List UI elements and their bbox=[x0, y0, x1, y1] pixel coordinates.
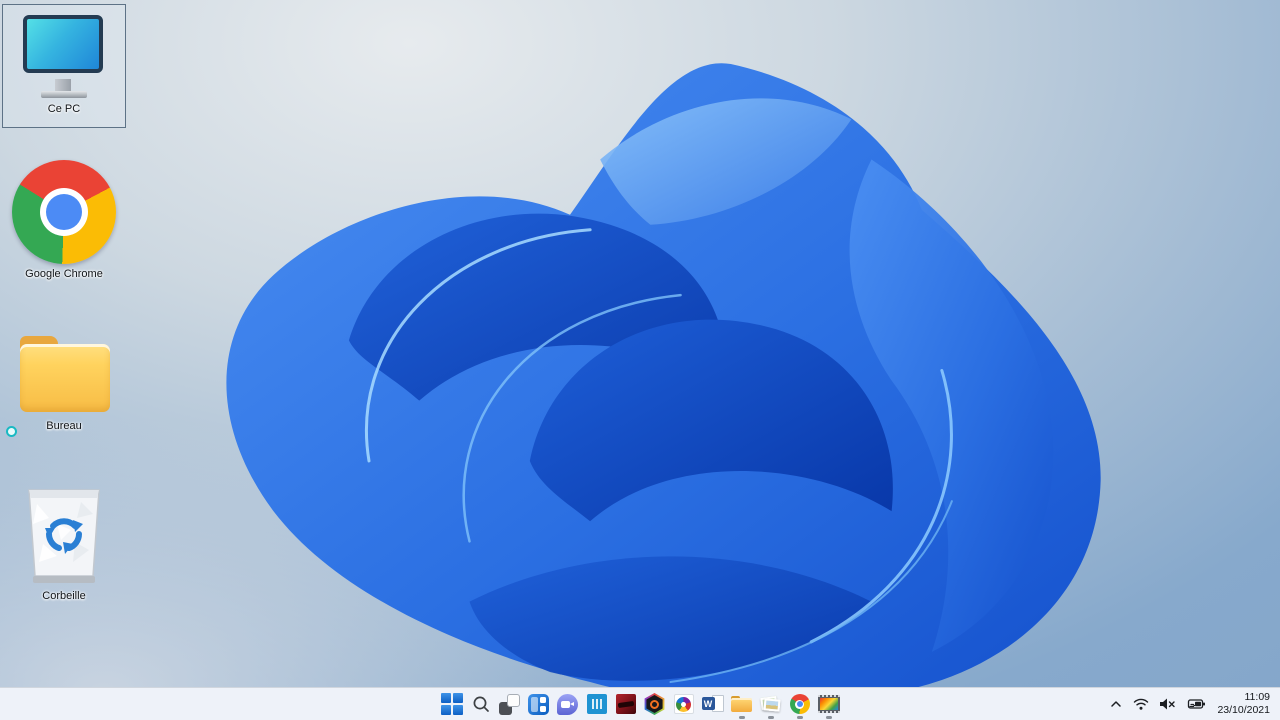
taskbar: W 11:09 23/10/2021 bbox=[0, 687, 1280, 720]
media-app-button[interactable] bbox=[814, 688, 843, 720]
blue-app-icon bbox=[586, 694, 607, 714]
picasa-pinwheel-icon bbox=[673, 694, 694, 714]
desktop[interactable]: Ce PC ↗ Google Chrome Bureau bbox=[0, 0, 1280, 720]
word-icon: W bbox=[701, 694, 724, 714]
running-indicator bbox=[738, 716, 745, 719]
widgets-button[interactable] bbox=[524, 688, 553, 720]
chrome-icon: ↗ bbox=[12, 160, 116, 264]
wifi-icon bbox=[1134, 698, 1149, 710]
volume-muted-icon bbox=[1160, 698, 1176, 710]
start-button[interactable] bbox=[437, 688, 466, 720]
hidden-icons-button[interactable] bbox=[1104, 688, 1128, 720]
teams-chat-icon bbox=[557, 693, 578, 715]
red-game-app-button[interactable] bbox=[611, 688, 640, 720]
desktop-icon-label: Bureau bbox=[46, 420, 82, 432]
running-indicator bbox=[767, 716, 774, 719]
running-indicator bbox=[796, 716, 803, 719]
chrome-icon bbox=[789, 694, 810, 714]
word-button[interactable]: W bbox=[698, 688, 727, 720]
task-view-icon bbox=[499, 693, 520, 715]
film-strip-icon bbox=[817, 695, 840, 713]
volume-button[interactable] bbox=[1154, 688, 1181, 720]
red-game-app-icon bbox=[615, 694, 636, 714]
photo-gallery-button[interactable] bbox=[756, 688, 785, 720]
tray-time: 11:09 bbox=[1244, 691, 1271, 703]
hexagon-app-icon bbox=[644, 693, 665, 715]
blue-app-button[interactable] bbox=[582, 688, 611, 720]
bloom-wallpaper bbox=[226, 63, 1101, 703]
widgets-icon bbox=[528, 693, 549, 715]
hexagon-app-button[interactable] bbox=[640, 688, 669, 720]
windows-logo-icon bbox=[440, 693, 463, 715]
chat-button[interactable] bbox=[553, 688, 582, 720]
chevron-up-icon bbox=[1111, 701, 1122, 707]
file-explorer-button[interactable] bbox=[727, 688, 756, 720]
file-explorer-icon bbox=[731, 695, 752, 713]
desktop-icon-google-chrome[interactable]: ↗ Google Chrome bbox=[2, 160, 126, 280]
photo-gallery-icon bbox=[759, 695, 782, 714]
system-tray: 11:09 23/10/2021 bbox=[1104, 688, 1280, 720]
sync-status-badge-icon bbox=[6, 426, 17, 437]
desktop-icon-this-pc[interactable]: Ce PC bbox=[2, 4, 126, 128]
running-indicator bbox=[825, 716, 832, 719]
clock[interactable]: 11:09 23/10/2021 bbox=[1211, 688, 1280, 720]
desktop-icon-label: Corbeille bbox=[42, 590, 86, 602]
search-button[interactable] bbox=[466, 688, 495, 720]
picasa-button[interactable] bbox=[669, 688, 698, 720]
this-pc-monitor-icon bbox=[21, 15, 107, 99]
desktop-icon-recycle-bin[interactable]: Corbeille bbox=[2, 484, 126, 602]
desktop-icon-label: Ce PC bbox=[47, 103, 81, 115]
taskbar-center-icons: W bbox=[437, 688, 843, 720]
battery-charging-icon bbox=[1188, 699, 1206, 709]
battery-button[interactable] bbox=[1181, 688, 1211, 720]
search-icon bbox=[473, 696, 489, 712]
folder-icon bbox=[14, 336, 114, 416]
chrome-taskbar-button[interactable] bbox=[785, 688, 814, 720]
tray-date: 23/10/2021 bbox=[1217, 704, 1270, 716]
recycle-bin-full-icon bbox=[28, 489, 100, 583]
desktop-icon-bureau-folder[interactable]: Bureau bbox=[2, 328, 126, 437]
network-button[interactable] bbox=[1128, 688, 1154, 720]
desktop-icon-label: Google Chrome bbox=[25, 268, 103, 280]
task-view-button[interactable] bbox=[495, 688, 524, 720]
